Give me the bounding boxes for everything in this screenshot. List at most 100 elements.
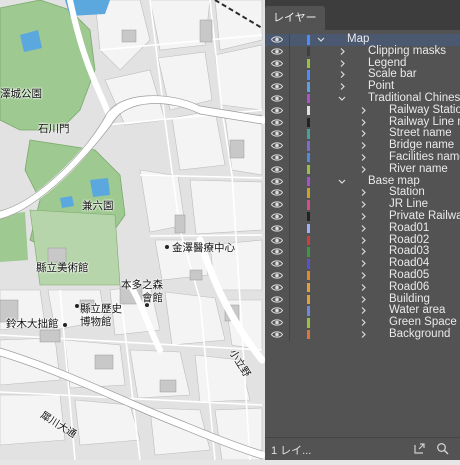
lock-column[interactable] (289, 293, 290, 306)
eye-icon[interactable] (271, 259, 283, 268)
chevron-right-icon[interactable] (359, 188, 367, 197)
layer-row[interactable]: Legend (265, 57, 460, 70)
layer-row[interactable]: Base map (265, 175, 460, 188)
chevron-right-icon[interactable] (359, 295, 367, 304)
chevron-right-icon[interactable] (359, 141, 367, 150)
chevron-right-icon[interactable] (359, 306, 367, 315)
lock-column[interactable] (289, 69, 290, 82)
eye-icon[interactable] (271, 59, 283, 68)
lock-column[interactable] (289, 222, 290, 235)
eye-icon[interactable] (271, 271, 283, 280)
lock-column[interactable] (289, 57, 290, 70)
chevron-right-icon[interactable] (359, 236, 367, 245)
eye-icon[interactable] (271, 177, 283, 186)
layer-name[interactable]: Background (389, 328, 450, 341)
layer-color-swatch (307, 93, 310, 104)
eye-icon[interactable] (271, 129, 283, 138)
chevron-right-icon[interactable] (359, 259, 367, 268)
eye-icon[interactable] (271, 236, 283, 245)
layer-row[interactable]: Road06 (265, 281, 460, 294)
lock-column[interactable] (289, 104, 290, 117)
eye-icon[interactable] (271, 212, 283, 221)
lock-column[interactable] (289, 281, 290, 294)
lock-column[interactable] (289, 34, 290, 46)
chevron-right-icon[interactable] (338, 82, 346, 91)
chevron-right-icon[interactable] (359, 200, 367, 209)
lock-column[interactable] (289, 317, 290, 329)
lock-column[interactable] (289, 175, 290, 188)
lock-column[interactable] (289, 81, 290, 93)
eye-icon[interactable] (271, 330, 283, 339)
layer-name[interactable]: Map (347, 33, 369, 46)
layer-row[interactable]: Road03 (265, 245, 460, 259)
chevron-down-icon[interactable] (317, 35, 325, 44)
lock-column[interactable] (289, 140, 290, 152)
lock-column[interactable] (289, 305, 290, 318)
eye-icon[interactable] (271, 94, 283, 103)
eye-icon[interactable] (271, 70, 283, 79)
lock-column[interactable] (289, 116, 290, 129)
lock-column[interactable] (289, 199, 290, 211)
eye-icon[interactable] (271, 283, 283, 292)
layer-row[interactable]: Road04 (265, 257, 460, 270)
chevron-right-icon[interactable] (359, 106, 367, 115)
eye-icon[interactable] (271, 47, 283, 56)
chevron-right-icon[interactable] (359, 165, 367, 174)
chevron-right-icon[interactable] (338, 59, 346, 68)
eye-icon[interactable] (271, 188, 283, 197)
chevron-down-icon[interactable] (338, 177, 346, 186)
lock-column[interactable] (289, 269, 290, 282)
chevron-right-icon[interactable] (359, 129, 367, 138)
chevron-right-icon[interactable] (359, 153, 367, 162)
layer-row[interactable]: Background (265, 328, 460, 341)
eye-icon[interactable] (271, 224, 283, 233)
chevron-right-icon[interactable] (359, 318, 367, 327)
lock-column[interactable] (289, 187, 290, 200)
eye-icon[interactable] (271, 118, 283, 127)
chevron-right-icon[interactable] (359, 212, 367, 221)
eye-icon[interactable] (271, 318, 283, 327)
layer-row[interactable]: Station (265, 186, 460, 200)
chevron-right-icon[interactable] (359, 118, 367, 127)
lock-column[interactable] (289, 45, 290, 58)
chevron-right-icon[interactable] (359, 330, 367, 339)
search-icon[interactable] (436, 442, 449, 455)
layer-row[interactable]: Clipping masks (265, 45, 460, 58)
map-label-history-museum-2: 博物館 (80, 316, 112, 328)
chevron-right-icon[interactable] (359, 247, 367, 256)
eye-icon[interactable] (271, 35, 283, 44)
eye-icon[interactable] (271, 141, 283, 150)
tab-layers[interactable]: レイヤー (265, 6, 325, 30)
eye-icon[interactable] (271, 247, 283, 256)
locate-object-icon[interactable] (413, 442, 426, 455)
eye-icon[interactable] (271, 165, 283, 174)
lock-column[interactable] (289, 234, 290, 247)
layer-color-swatch (307, 200, 310, 210)
eye-icon[interactable] (271, 106, 283, 115)
layer-row[interactable]: Road05 (265, 269, 460, 282)
lock-column[interactable] (289, 328, 290, 341)
eye-icon[interactable] (271, 200, 283, 209)
lock-column[interactable] (289, 92, 290, 105)
chevron-down-icon[interactable] (338, 94, 346, 103)
eye-icon[interactable] (271, 153, 283, 162)
chevron-right-icon[interactable] (359, 271, 367, 280)
eye-icon[interactable] (271, 82, 283, 91)
layer-row[interactable]: Private Railway (265, 210, 460, 223)
lock-column[interactable] (289, 151, 290, 164)
lock-column[interactable] (289, 128, 290, 141)
layer-row[interactable]: Road01 (265, 222, 460, 235)
eye-icon[interactable] (271, 306, 283, 315)
chevron-right-icon[interactable] (359, 224, 367, 233)
lock-column[interactable] (289, 246, 290, 259)
lock-column[interactable] (289, 163, 290, 176)
chevron-right-icon[interactable] (359, 283, 367, 292)
chevron-right-icon[interactable] (338, 47, 346, 56)
layer-row[interactable]: River name (265, 163, 460, 176)
chevron-right-icon[interactable] (338, 70, 346, 79)
lock-column[interactable] (289, 210, 290, 223)
layer-row[interactable]: Road02 (265, 234, 460, 247)
eye-icon[interactable] (271, 295, 283, 304)
lock-column[interactable] (289, 258, 290, 270)
layer-row[interactable]: Scale bar (265, 68, 460, 82)
